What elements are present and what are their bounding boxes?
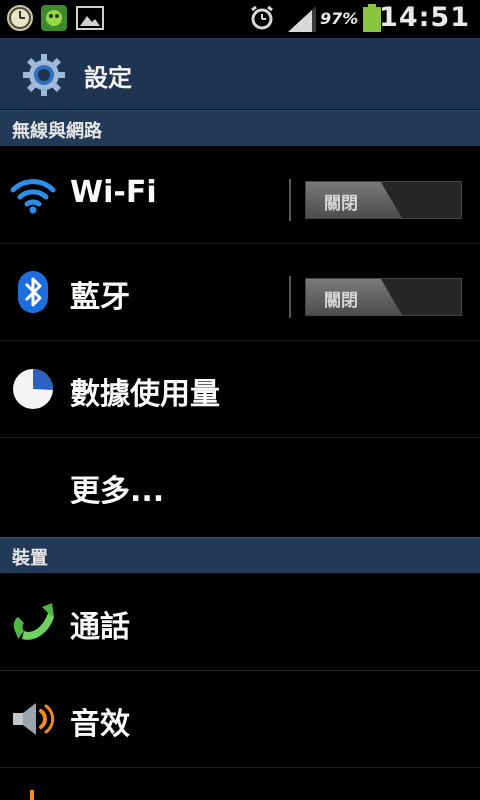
settings-row-data-usage[interactable]: 數據使用量: [0, 341, 480, 438]
clock-app-icon: [7, 5, 33, 31]
settings-row-wifi[interactable]: Wi-Fi 關閉: [0, 147, 480, 244]
wifi-icon: [10, 179, 56, 214]
toggle-state-label: 關閉: [324, 194, 358, 214]
status-bar: 97% 14:51: [0, 0, 480, 38]
row-label-more: 更多...: [70, 474, 165, 509]
section-header-wireless-networks: 無線與網路: [0, 110, 480, 146]
toggle-state-label: 關閉: [324, 291, 358, 311]
section-label: 裝置: [12, 548, 48, 569]
row-label-sound: 音效: [70, 707, 130, 742]
signal-icon: [288, 6, 316, 32]
bluetooth-icon: [18, 271, 48, 313]
battery-percentage: 97%: [320, 9, 359, 28]
settings-row-sound[interactable]: 音效: [0, 671, 480, 768]
status-time: 14:51: [379, 2, 470, 33]
toggle-divider: [289, 179, 291, 221]
settings-row-more[interactable]: 更多...: [0, 438, 480, 535]
phone-call-icon: [13, 603, 54, 640]
alarm-icon: [251, 5, 273, 30]
settings-row-bluetooth[interactable]: 藍牙 關閉: [0, 244, 480, 341]
row-label-bluetooth: 藍牙: [70, 280, 130, 315]
bluetooth-toggle-switch[interactable]: 關閉: [305, 278, 462, 316]
wifi-toggle-switch[interactable]: 關閉: [305, 181, 462, 219]
action-bar: 設定: [0, 38, 480, 110]
settings-row-call[interactable]: 通話: [0, 574, 480, 671]
toggle-divider: [289, 276, 291, 318]
page-title: 設定: [84, 64, 132, 92]
section-label: 無線與網路: [12, 121, 102, 142]
settings-gear-icon[interactable]: [22, 53, 66, 97]
partial-row-icon: [30, 790, 34, 800]
data-usage-pie-icon: [13, 368, 54, 409]
gallery-notification-icon: [76, 6, 104, 30]
row-label-data-usage: 數據使用量: [70, 377, 220, 412]
section-header-device: 裝置: [0, 537, 480, 573]
settings-row-partial[interactable]: [0, 768, 480, 800]
row-label-call: 通話: [70, 610, 130, 645]
row-label-wifi: Wi-Fi: [70, 175, 157, 210]
speaker-sound-icon: [13, 703, 55, 735]
game-notification-icon: [41, 5, 67, 31]
